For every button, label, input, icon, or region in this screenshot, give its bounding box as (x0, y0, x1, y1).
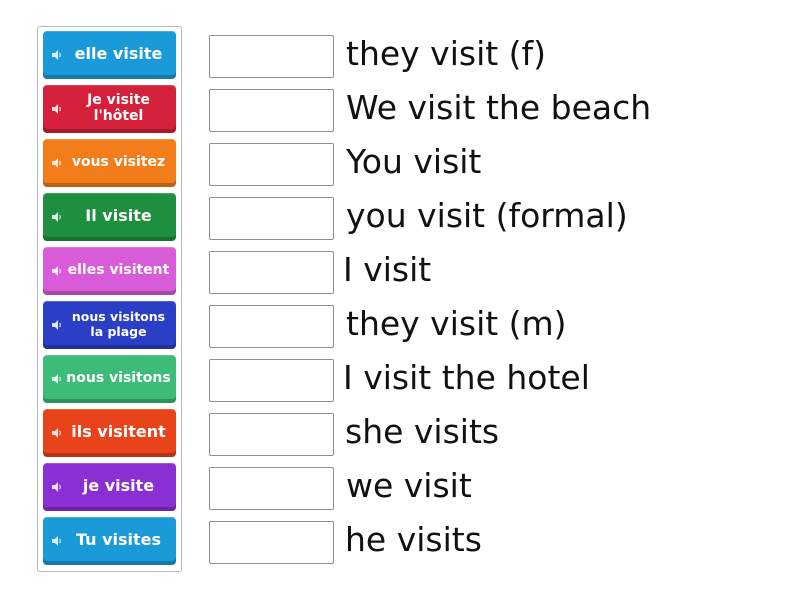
drop-box[interactable] (209, 305, 334, 348)
answer-tile[interactable]: Tu visites (43, 517, 176, 565)
drop-box[interactable] (209, 413, 334, 456)
drop-box[interactable] (209, 521, 334, 564)
answer-tile[interactable]: ils visitent (43, 409, 176, 457)
drop-box[interactable] (209, 89, 334, 132)
answer-tile[interactable]: nous visitons (43, 355, 176, 403)
drop-box[interactable] (209, 467, 334, 510)
answer-tile[interactable]: elle visite (43, 31, 176, 79)
speaker-icon[interactable] (51, 481, 63, 493)
answer-tile[interactable]: nous visitons la plage (43, 301, 176, 349)
drop-box[interactable] (209, 359, 334, 402)
answer-tile[interactable]: vous visitez (43, 139, 176, 187)
tile-label: Tu visites (75, 530, 162, 549)
match-up-activity: elle visite Je visite l'hôtel vous visit… (0, 0, 800, 600)
tile-label: Il visite (85, 206, 152, 225)
speaker-icon[interactable] (51, 157, 63, 169)
speaker-icon[interactable] (51, 427, 63, 439)
speaker-icon[interactable] (51, 373, 63, 385)
drop-box[interactable] (209, 197, 334, 240)
speaker-icon[interactable] (51, 535, 63, 547)
answer-tile[interactable]: elles visitent (43, 247, 176, 295)
tile-label: ils visitent (71, 422, 166, 441)
target-label: we visit (346, 466, 472, 505)
drop-box[interactable] (209, 251, 334, 294)
target-label: she visits (345, 412, 500, 451)
target-label: I visit the hotel (343, 358, 590, 397)
tile-label: je visite (82, 476, 155, 495)
tile-label: nous visitons la plage (71, 308, 166, 339)
target-label: you visit (formal) (346, 196, 628, 235)
speaker-icon[interactable] (51, 103, 63, 115)
drop-box[interactable] (209, 35, 334, 78)
answer-tile[interactable]: Il visite (43, 193, 176, 241)
target-label: he visits (345, 520, 482, 559)
speaker-icon[interactable] (51, 265, 63, 277)
drop-box[interactable] (209, 143, 334, 186)
tile-label: nous visitons (66, 369, 171, 386)
target-label: they visit (f) (346, 34, 547, 73)
target-label: You visit (346, 142, 482, 181)
speaker-icon[interactable] (51, 49, 63, 61)
speaker-icon[interactable] (51, 319, 63, 331)
target-label: I visit (343, 250, 432, 289)
tile-label: Je visite l'hôtel (87, 91, 150, 124)
answer-tile[interactable]: Je visite l'hôtel (43, 85, 176, 133)
answer-tile[interactable]: je visite (43, 463, 176, 511)
target-label: We visit the beach (346, 88, 652, 127)
tile-label: elles visitent (67, 261, 170, 278)
speaker-icon[interactable] (51, 211, 63, 223)
tile-label: elle visite (74, 44, 163, 63)
target-label: they visit (m) (346, 304, 567, 343)
tile-label: vous visitez (71, 153, 166, 170)
